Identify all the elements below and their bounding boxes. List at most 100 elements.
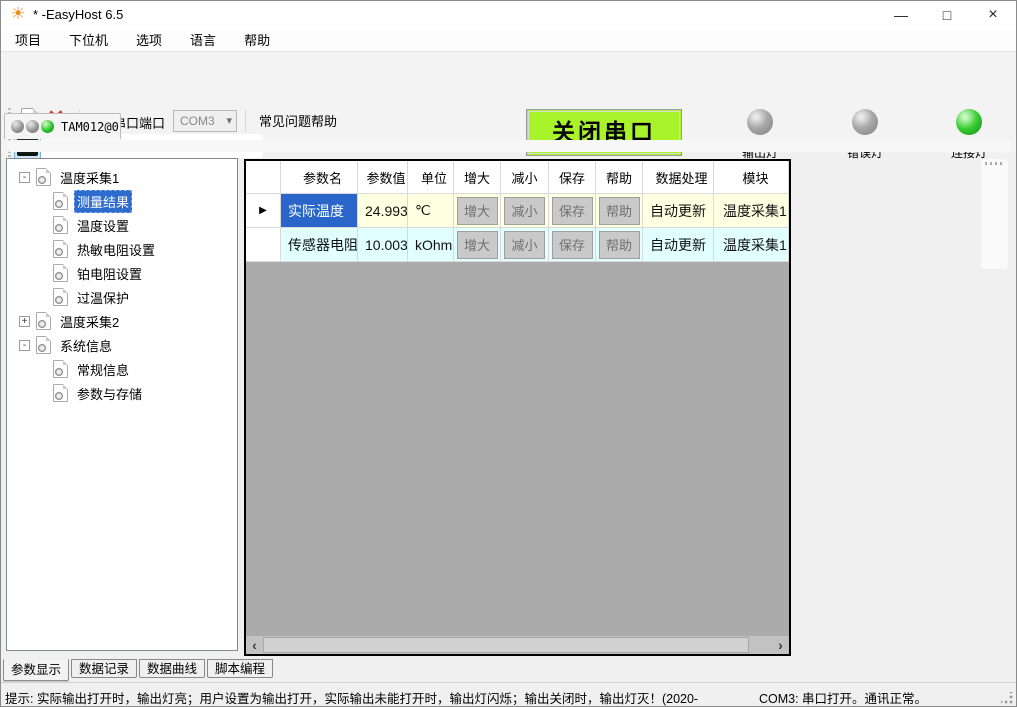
grid-header-data-processing[interactable]: 数据处理 — [643, 161, 714, 194]
cell-param-name[interactable]: 传感器电阻 — [281, 228, 358, 262]
tree-node-label[interactable]: 参数与存储 — [74, 382, 145, 405]
document-gear-icon — [53, 240, 68, 258]
tree-node-label[interactable]: 温度采集1 — [57, 166, 122, 189]
grid-header-help[interactable]: 帮助 — [596, 161, 643, 194]
save-button[interactable]: 保存 — [552, 197, 593, 225]
menu-options[interactable]: 选项 — [122, 29, 176, 52]
right-panel-splitter[interactable] — [981, 159, 1008, 269]
parameter-grid: 参数名 参数值 单位 增大 减小 保存 帮助 数据处理 模块 ▶ 实际温度 24… — [244, 159, 791, 656]
status-hint-text: 提示: 实际输出打开时，输出灯亮；用户设置为输出打开，实际输出未能打开时，输出灯… — [5, 688, 750, 707]
increase-button[interactable]: 增大 — [457, 197, 498, 225]
row-marker — [246, 228, 281, 262]
document-gear-icon — [36, 336, 51, 354]
grid-header-row: 参数名 参数值 单位 增大 减小 保存 帮助 数据处理 模块 — [246, 161, 789, 194]
increase-button[interactable]: 增大 — [457, 231, 498, 259]
device-tab-bar: TAM012@0 — [1, 111, 1016, 139]
tree-node-overtemp-protect[interactable]: 过温保护 — [7, 285, 237, 309]
grid-header-decrease[interactable]: 减小 — [501, 161, 549, 194]
scroll-right-icon[interactable]: › — [772, 637, 789, 653]
cell-help: 帮助 — [596, 194, 643, 228]
cell-unit[interactable]: kOhm — [408, 228, 454, 262]
tab-data-curve[interactable]: 数据曲线 — [139, 659, 205, 678]
tab-parameter-display[interactable]: 参数显示 — [3, 659, 69, 681]
cell-save: 保存 — [549, 228, 596, 262]
cell-module[interactable]: 温度采集1 — [714, 194, 789, 228]
table-row: 传感器电阻 10.003 kOhm 增大 减小 保存 帮助 自动更新 温度采集1 — [246, 228, 789, 262]
tree-node-label[interactable]: 热敏电阻设置 — [74, 238, 158, 261]
cell-module[interactable]: 温度采集1 — [714, 228, 789, 262]
tree-node-temp-acq1[interactable]: - 温度采集1 — [7, 165, 237, 189]
menu-slave-device[interactable]: 下位机 — [55, 29, 122, 52]
tree-node-label[interactable]: 系统信息 — [57, 334, 115, 357]
grid-header-param-value[interactable]: 参数值 — [358, 161, 408, 194]
minimize-button[interactable]: — — [878, 1, 924, 29]
document-gear-icon — [53, 192, 68, 210]
cell-help: 帮助 — [596, 228, 643, 262]
cell-increase: 增大 — [454, 194, 501, 228]
tree-node-param-storage[interactable]: 参数与存储 — [7, 381, 237, 405]
tree-node-label[interactable]: 温度采集2 — [57, 310, 122, 333]
resize-grip-icon[interactable] — [1001, 692, 1013, 704]
device-tab[interactable]: TAM012@0 — [4, 113, 121, 139]
table-row: ▶ 实际温度 24.993 ℃ 增大 减小 保存 帮助 自动更新 温度采集1 — [246, 194, 789, 228]
grid-header-save[interactable]: 保存 — [549, 161, 596, 194]
status-dot-icon — [26, 120, 39, 133]
cell-param-value[interactable]: 10.003 — [358, 228, 408, 262]
tree-node-label[interactable]: 过温保护 — [74, 286, 132, 309]
help-button[interactable]: 帮助 — [599, 231, 640, 259]
status-dot-icon — [11, 120, 24, 133]
horizontal-scrollbar[interactable]: ‹ › — [246, 636, 789, 654]
expand-icon[interactable]: + — [19, 316, 30, 327]
document-gear-icon — [36, 168, 51, 186]
maximize-button[interactable]: □ — [924, 1, 970, 29]
tree-node-label[interactable]: 铂电阻设置 — [74, 262, 145, 285]
grid-empty-area — [246, 262, 789, 636]
cell-decrease: 减小 — [501, 194, 549, 228]
cell-param-value[interactable]: 24.993 — [358, 194, 408, 228]
tree-node-temp-settings[interactable]: 温度设置 — [7, 213, 237, 237]
toolbar-substrip — [8, 140, 1010, 152]
decrease-button[interactable]: 减小 — [504, 231, 545, 259]
menu-project[interactable]: 项目 — [1, 29, 55, 52]
grid-header-param-name[interactable]: 参数名 — [281, 161, 358, 194]
menu-help[interactable]: 帮助 — [230, 29, 284, 52]
tree-node-pt-resistor-settings[interactable]: 铂电阻设置 — [7, 261, 237, 285]
menu-language[interactable]: 语言 — [176, 29, 230, 52]
document-gear-icon — [53, 360, 68, 378]
cell-save: 保存 — [549, 194, 596, 228]
tree-node-thermistor-settings[interactable]: 热敏电阻设置 — [7, 237, 237, 261]
cell-param-name[interactable]: 实际温度 — [281, 194, 358, 228]
status-bar: 提示: 实际输出打开时，输出灯亮；用户设置为输出打开，实际输出未能打开时，输出灯… — [1, 682, 1016, 707]
grid-header-module[interactable]: 模块 — [714, 161, 789, 194]
tab-data-record[interactable]: 数据记录 — [71, 659, 137, 678]
grid-header-increase[interactable]: 增大 — [454, 161, 501, 194]
tree-node-general-info[interactable]: 常规信息 — [7, 357, 237, 381]
tree-node-label[interactable]: 温度设置 — [74, 214, 132, 237]
collapse-icon[interactable]: - — [19, 340, 30, 351]
status-com-text: COM3: 串口打开。通讯正常。 — [759, 688, 927, 707]
scroll-left-icon[interactable]: ‹ — [246, 637, 263, 653]
title-bar: ☀ * -EasyHost 6.5 — □ × — [1, 1, 1016, 29]
menu-bar: 项目 下位机 选项 语言 帮助 — [1, 29, 1016, 52]
tree-node-measure-result[interactable]: 测量结果 — [7, 189, 237, 213]
tab-script-programming[interactable]: 脚本编程 — [207, 659, 273, 678]
tree-node-system-info[interactable]: - 系统信息 — [7, 333, 237, 357]
close-button[interactable]: × — [970, 1, 1016, 29]
bottom-tab-bar: 参数显示 数据记录 数据曲线 脚本编程 — [1, 659, 1016, 681]
device-tab-label: TAM012@0 — [61, 120, 119, 134]
tree-node-label[interactable]: 测量结果 — [74, 190, 132, 213]
status-dot-icon — [41, 120, 54, 133]
tree-node-label[interactable]: 常规信息 — [74, 358, 132, 381]
help-button[interactable]: 帮助 — [599, 197, 640, 225]
scrollbar-thumb[interactable] — [263, 637, 749, 653]
grid-header-unit[interactable]: 单位 — [408, 161, 454, 194]
collapse-icon[interactable]: - — [19, 172, 30, 183]
row-marker-icon: ▶ — [246, 194, 281, 228]
save-button[interactable]: 保存 — [552, 231, 593, 259]
cell-data-processing[interactable]: 自动更新 — [643, 194, 714, 228]
cell-unit[interactable]: ℃ — [408, 194, 454, 228]
tree-node-temp-acq2[interactable]: + 温度采集2 — [7, 309, 237, 333]
decrease-button[interactable]: 减小 — [504, 197, 545, 225]
document-gear-icon — [53, 288, 68, 306]
cell-data-processing[interactable]: 自动更新 — [643, 228, 714, 262]
